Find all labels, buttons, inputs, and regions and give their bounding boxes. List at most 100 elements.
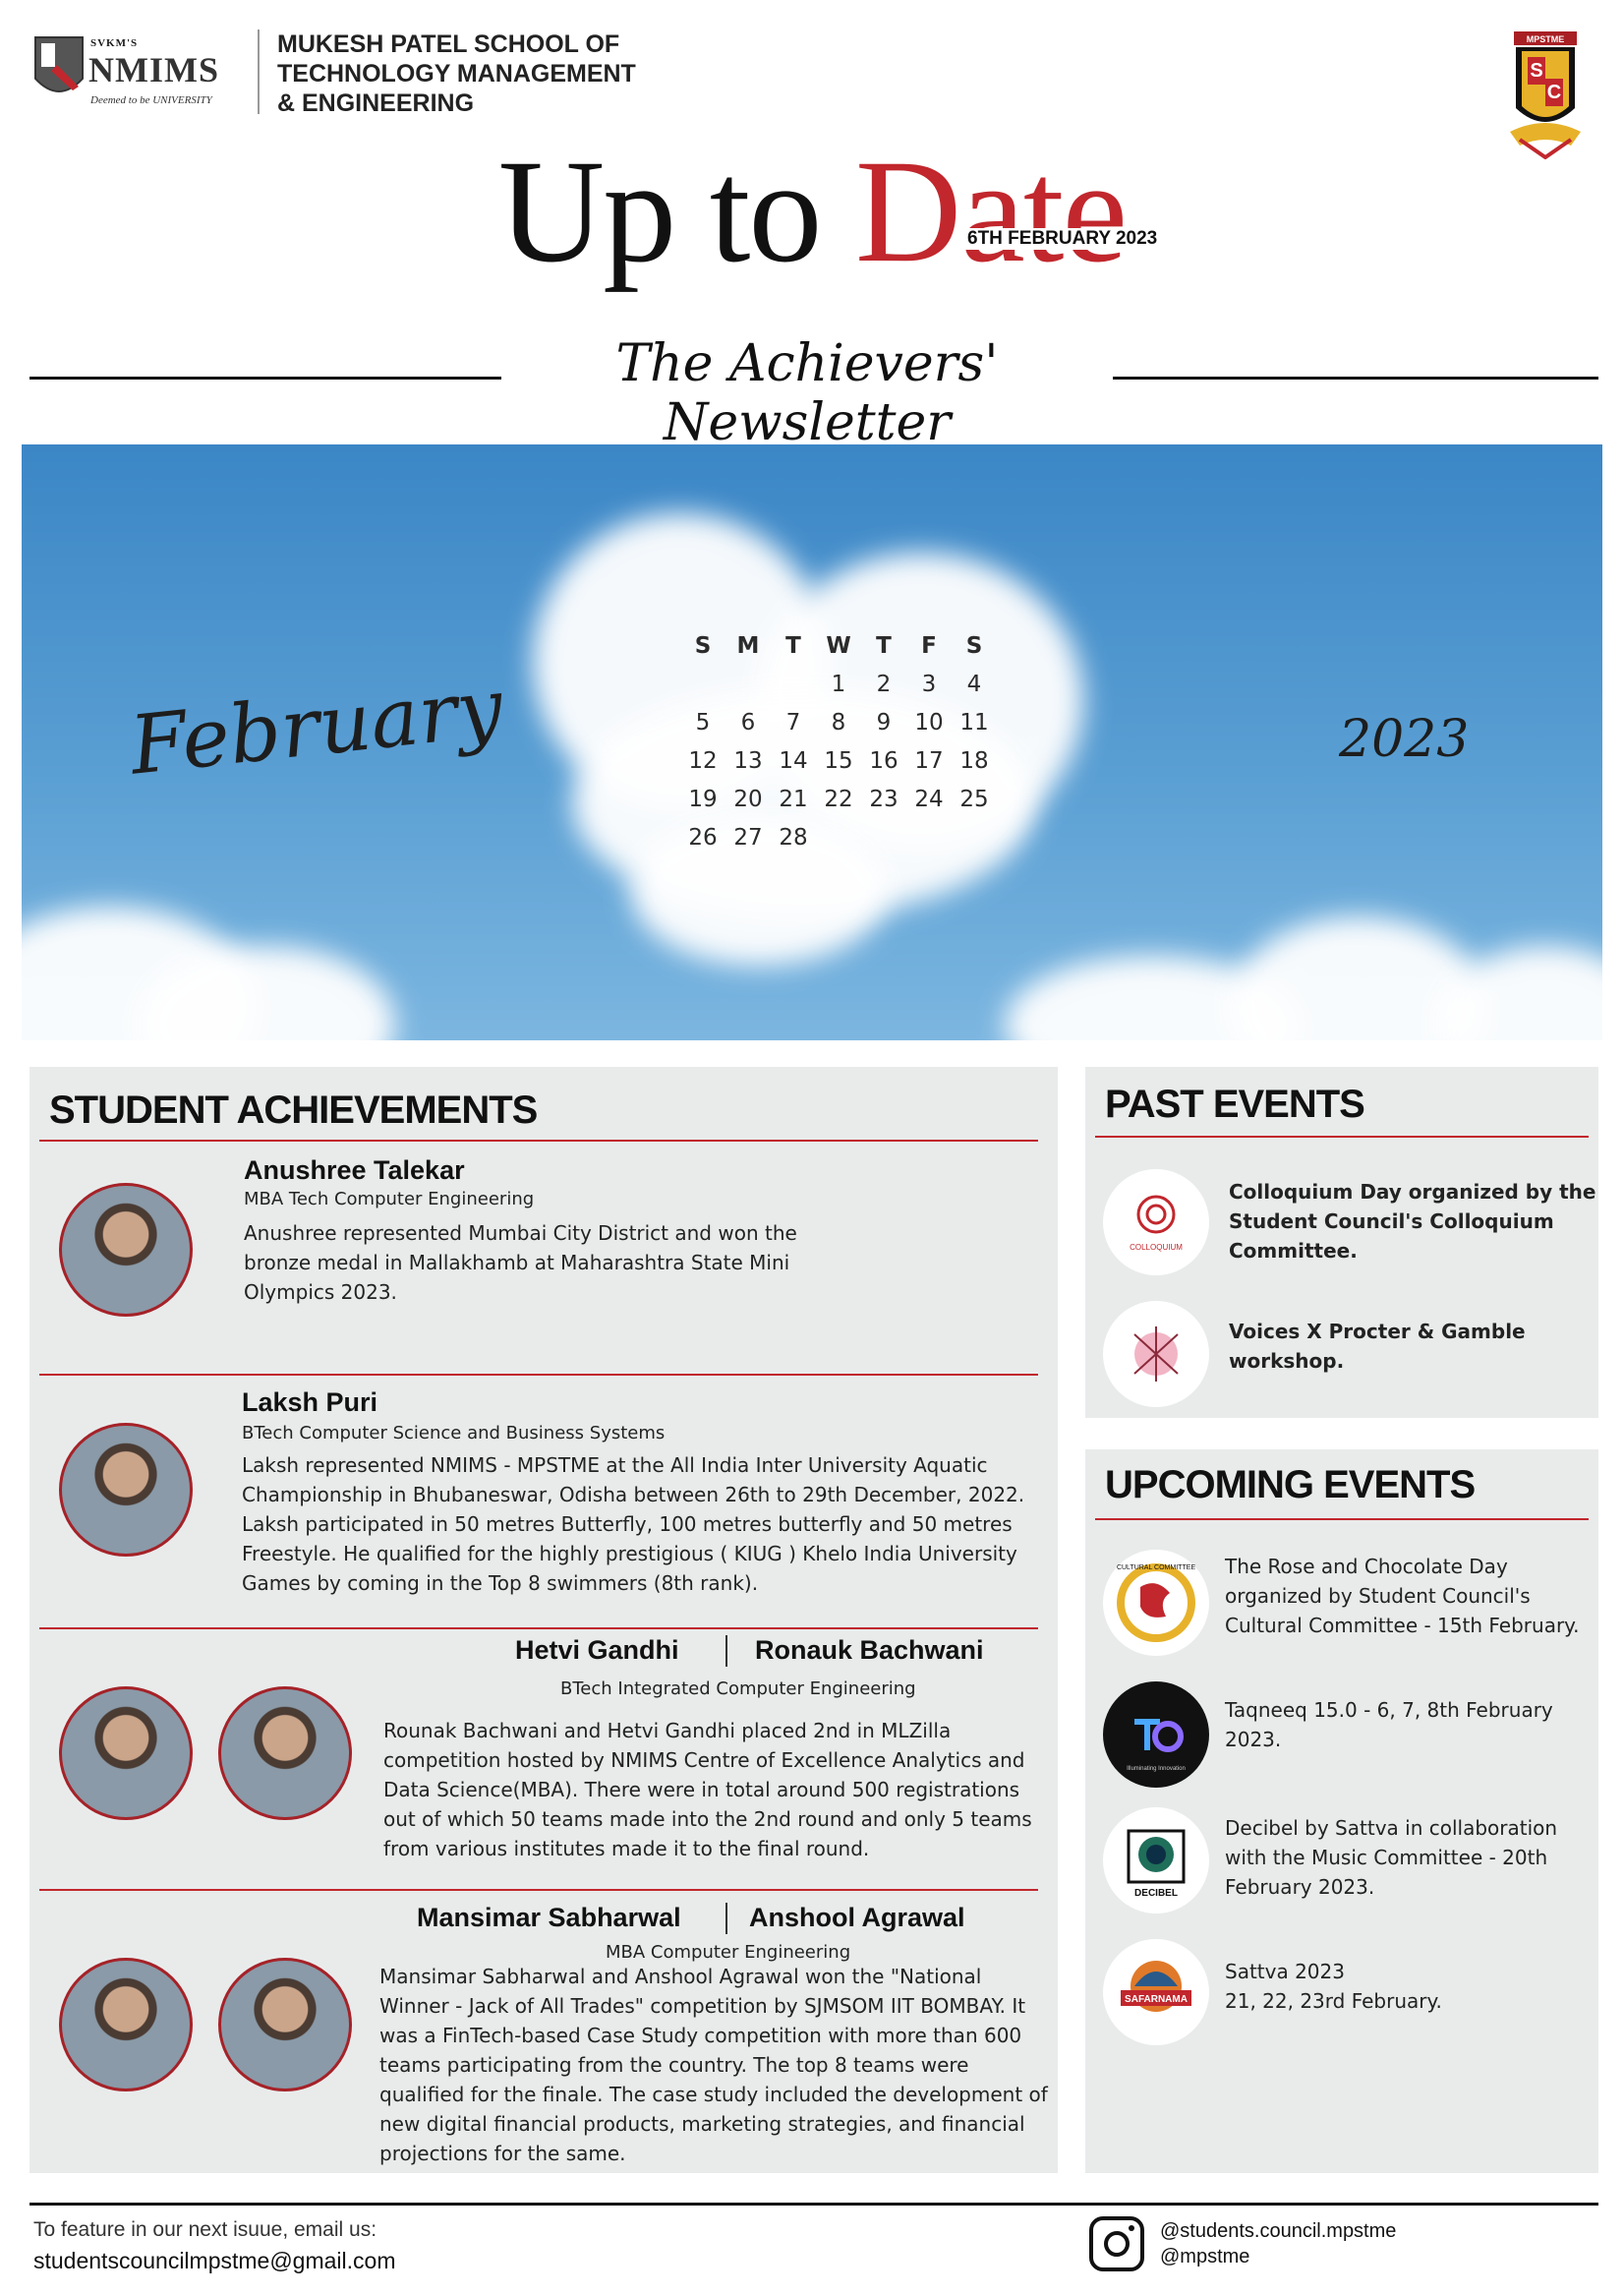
cultural-committee-logo-icon: CULTURAL COMMITTEE — [1103, 1550, 1209, 1656]
weekday-label: T — [785, 632, 801, 659]
calendar-day: 1 — [831, 671, 846, 697]
safarnama-logo-icon: SAFARNAMA — [1103, 1939, 1209, 2045]
calendar-day: 22 — [824, 786, 853, 812]
calendar-day: 9 — [876, 709, 892, 736]
achiever-program: MBA Computer Engineering — [606, 1942, 851, 1963]
heading-rule — [1095, 1136, 1589, 1138]
achievements-heading: STUDENT ACHIEVEMENTS — [49, 1089, 538, 1132]
achievement-description: Anushree represented Mumbai City Distric… — [244, 1221, 797, 1304]
calendar-day: 5 — [695, 709, 711, 736]
upcoming-events-heading: UPCOMING EVENTS — [1105, 1463, 1476, 1506]
avatar-anushree-talekar — [59, 1183, 193, 1317]
calendar-banner: February 2023 S M T W T F S 1 2 3 4 5 6 7 8 9 10 11 12 13 14… — [22, 444, 1602, 1040]
upcoming-event-text: Decibel by Sattva in collaboration with … — [1225, 1816, 1558, 1899]
calendar-grid: S M T W T F S 1 2 3 4 5 6 7 8 9 10 11 12 13 14 15 16 17 18 19 20 21… — [680, 626, 1005, 856]
avatar-anshool-agrawal — [218, 1958, 352, 2091]
taqneeq-logo-icon: Illuminating Innovation — [1103, 1681, 1209, 1788]
calendar-week-row: 19 20 21 22 23 24 25 — [680, 780, 1005, 818]
calendar-day: 28 — [779, 824, 808, 851]
calendar-week-row: 1 2 3 4 — [680, 665, 1005, 703]
svg-text:S: S — [1530, 60, 1542, 82]
colloquium-logo-icon: COLLOQUIUM — [1103, 1169, 1209, 1275]
calendar-day: 4 — [966, 671, 982, 697]
calendar-year: 2023 — [1339, 710, 1470, 769]
calendar-day: 16 — [869, 747, 899, 774]
past-events-heading: PAST EVENTS — [1105, 1083, 1365, 1126]
footer-rule — [29, 2203, 1598, 2206]
svg-text:Illuminating Innovation: Illuminating Innovation — [1127, 1766, 1186, 1772]
calendar-day: 21 — [779, 786, 808, 812]
newsletter-subtitle: The Achievers' Newsletter — [615, 334, 999, 452]
achievement-description: Rounak Bachwani and Hetvi Gandhi placed … — [383, 1719, 1032, 1860]
achiever-name: Hetvi Gandhi — [515, 1635, 679, 1665]
instagram-handle-link[interactable]: @students.council.mpstme — [1160, 2220, 1396, 2243]
calendar-day: 19 — [688, 786, 718, 812]
calendar-month: February — [126, 661, 507, 794]
achiever-name: Ronauk Bachwani — [755, 1635, 984, 1665]
footer-email-link[interactable]: studentscouncilmpstme@gmail.com — [33, 2248, 395, 2274]
subtitle-rule-right — [1113, 377, 1598, 380]
instagram-icon — [1089, 2216, 1144, 2271]
calendar-day: 24 — [914, 786, 944, 812]
achiever-name: Laksh Puri — [242, 1387, 378, 1417]
calendar-day: 23 — [869, 786, 899, 812]
newsletter-title: Up to Date — [0, 138, 1624, 285]
calendar-day: 8 — [831, 709, 846, 736]
voices-workshop-logo-icon — [1103, 1301, 1209, 1407]
logo-wordmark: NMIMS — [88, 50, 219, 89]
achiever-name: Mansimar Sabharwal — [417, 1903, 681, 1932]
item-divider — [39, 1627, 1038, 1629]
calendar-day: 20 — [733, 786, 763, 812]
student-achievements-panel: STUDENT ACHIEVEMENTS Anushree Talekar MB… — [29, 1067, 1058, 2173]
subtitle-rule-left — [29, 377, 501, 380]
past-event-text: Voices X Procter & Gamble workshop. — [1229, 1320, 1526, 1373]
heading-rule — [39, 1140, 1038, 1142]
title-part-1: Up to — [497, 130, 822, 293]
calendar-day: 18 — [959, 747, 989, 774]
upcoming-event-text: The Rose and Chocolate Day organized by … — [1225, 1555, 1580, 1637]
achiever-program: BTech Integrated Computer Engineering — [560, 1678, 916, 1699]
calendar-day: 13 — [733, 747, 763, 774]
avatar-ronauk-bachwani — [218, 1686, 352, 1820]
weekday-label: T — [876, 632, 892, 659]
achiever-program: BTech Computer Science and Business Syst… — [242, 1423, 666, 1443]
achievement-description: Laksh represented NMIMS - MPSTME at the … — [242, 1453, 1025, 1595]
past-event-text: Colloquium Day organized by the Student … — [1229, 1180, 1596, 1263]
nmims-shield-icon — [34, 36, 84, 92]
footer-invite-text: To feature in our next isuue, email us: — [33, 2218, 377, 2241]
past-events-panel: PAST EVENTS COLLOQUIUM Colloquium Day or… — [1085, 1067, 1598, 1418]
calendar-day: 3 — [921, 671, 937, 697]
upcoming-event-text: Sattva 2023 21, 22, 23rd February. — [1225, 1960, 1442, 2013]
svg-text:CULTURAL COMMITTEE: CULTURAL COMMITTEE — [1117, 1564, 1195, 1571]
weekday-label: F — [921, 632, 937, 659]
weekday-label: M — [736, 632, 760, 659]
calendar-week-row: 12 13 14 15 16 17 18 — [680, 741, 1005, 780]
achiever-program: MBA Tech Computer Engineering — [244, 1189, 535, 1209]
calendar-weekday-row: SMTWTFS — [680, 626, 1005, 665]
achiever-name: Anshool Agrawal — [749, 1903, 965, 1932]
school-name: MUKESH PATEL SCHOOL OF TECHNOLOGY MANAGE… — [277, 30, 636, 117]
achiever-name: Anushree Talekar — [244, 1155, 465, 1185]
calendar-day: 2 — [876, 671, 892, 697]
calendar-day: 14 — [779, 747, 808, 774]
name-separator — [725, 1635, 727, 1667]
instagram-handle-link[interactable]: @mpstme — [1160, 2246, 1249, 2268]
upcoming-event-text: Taqneeq 15.0 - 6, 7, 8th February 2023. — [1225, 1698, 1553, 1751]
svg-text:MPSTME: MPSTME — [1527, 34, 1565, 44]
decibel-logo-icon: DECIBEL — [1103, 1807, 1209, 1913]
svg-text:SAFARNAMA: SAFARNAMA — [1125, 1994, 1188, 2005]
calendar-day: 25 — [959, 786, 989, 812]
avatar-hetvi-gandhi — [59, 1686, 193, 1820]
svg-text:C: C — [1547, 82, 1561, 103]
calendar-day: 26 — [688, 824, 718, 851]
upcoming-events-panel: UPCOMING EVENTS CULTURAL COMMITTEE The R… — [1085, 1449, 1598, 2173]
calendar-day: 12 — [688, 747, 718, 774]
calendar-day: 17 — [914, 747, 944, 774]
calendar-day: 6 — [740, 709, 756, 736]
avatar-laksh-puri — [59, 1423, 193, 1557]
item-divider — [39, 1889, 1038, 1891]
item-divider — [39, 1374, 1038, 1376]
avatar-mansimar-sabharwal — [59, 1958, 193, 2091]
calendar-day: 11 — [959, 709, 989, 736]
calendar-week-row: 5 6 7 8 9 10 11 — [680, 703, 1005, 741]
